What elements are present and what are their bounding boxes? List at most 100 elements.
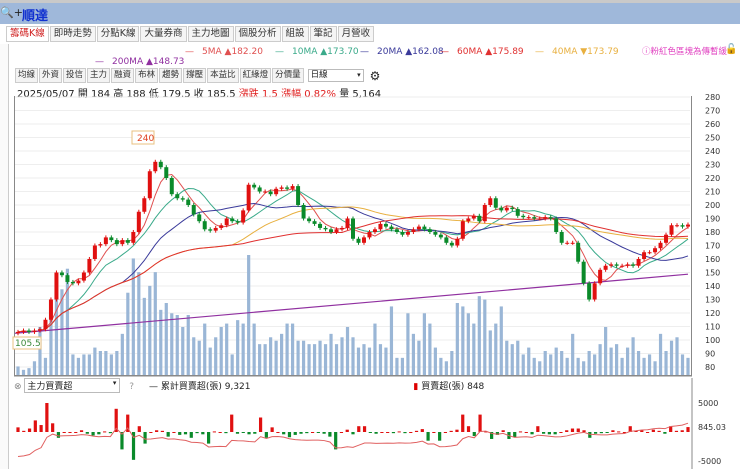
net-buy-bar xyxy=(530,432,534,435)
volume-bar xyxy=(664,351,668,375)
candle-body xyxy=(620,265,625,267)
volume-bar xyxy=(345,327,350,375)
volume-bar xyxy=(27,368,31,375)
volume-bar xyxy=(252,323,256,375)
y-tick-label: 80 xyxy=(705,363,715,372)
net-buy-bar xyxy=(155,430,159,432)
volume-bar xyxy=(32,361,37,375)
bar-value: 848 xyxy=(467,382,485,392)
y-tick-label: 200 xyxy=(705,201,720,210)
candle-body xyxy=(351,218,355,239)
cum-value: 9,321 xyxy=(224,382,251,392)
net-buy-bar xyxy=(599,432,603,434)
volume-bar xyxy=(214,337,218,375)
y-tick-label: 250 xyxy=(705,134,720,143)
net-buy-bar xyxy=(45,403,49,432)
candle-body xyxy=(642,252,647,259)
candle-body xyxy=(609,264,614,266)
y-tick-label: 230 xyxy=(705,161,720,170)
indicator-select[interactable]: 主力買賣超 ▾ xyxy=(24,378,121,393)
net-buy-bar xyxy=(663,432,667,434)
volume-bar xyxy=(208,347,212,375)
net-buy-bar xyxy=(305,432,309,434)
close-panel-icon[interactable]: ⊗ xyxy=(14,382,22,392)
net-buy-bar xyxy=(524,432,528,433)
candle-body xyxy=(625,264,630,266)
net-buy-bar xyxy=(645,432,650,433)
candle-body xyxy=(219,225,224,228)
volume-bar xyxy=(494,323,498,375)
help-icon[interactable]: ? xyxy=(129,382,134,392)
y-tick-label: 280 xyxy=(705,93,720,102)
y-tick-label: 130 xyxy=(705,296,720,305)
net-buy-bar xyxy=(212,431,216,433)
net-buy-bar xyxy=(617,431,621,433)
candle-body xyxy=(460,221,465,239)
candle-body xyxy=(444,237,449,243)
price-chart[interactable]: 280 270 260 250 240 230 220 210 200 190 180 170 160 1… xyxy=(0,0,740,469)
net-buy-bar xyxy=(368,432,372,433)
candle-body xyxy=(372,229,377,232)
net-buy-bar xyxy=(22,430,26,432)
volume-bar xyxy=(76,357,81,375)
candle-body xyxy=(81,272,86,281)
volume-bar xyxy=(170,313,174,375)
candle-body xyxy=(285,187,290,189)
volume-bar xyxy=(472,323,476,375)
net-buy-bar xyxy=(33,420,37,432)
net-buy-bar xyxy=(85,432,89,434)
volume-bar xyxy=(450,351,454,375)
net-buy-bar xyxy=(322,432,326,434)
candle-body xyxy=(323,227,328,230)
volume-bar xyxy=(230,354,234,375)
net-buy-bar xyxy=(339,432,344,433)
lower-y-tick: 845.03 xyxy=(698,423,726,432)
volume-bar xyxy=(312,344,317,375)
candle-body xyxy=(76,280,81,284)
candle-body xyxy=(686,224,690,227)
volume-bar xyxy=(38,327,42,375)
volume-bar xyxy=(527,347,531,375)
volume-bar xyxy=(373,323,377,375)
cum-label: 累計買賣超(張) xyxy=(160,382,222,392)
low-label: 105.5 xyxy=(15,339,41,349)
candle-body xyxy=(521,215,526,218)
net-buy-bar xyxy=(478,414,482,432)
net-buy-bar xyxy=(74,432,78,433)
y-tick-label: 260 xyxy=(705,120,720,129)
volume-bar xyxy=(554,347,558,375)
candle-body xyxy=(400,232,405,235)
candle-body xyxy=(658,242,663,249)
volume-bar xyxy=(395,357,399,375)
volume-bar xyxy=(340,337,344,375)
volume-bar xyxy=(686,357,690,375)
net-buy-bar xyxy=(299,432,303,434)
candle-body xyxy=(581,261,586,284)
volume-bar xyxy=(669,340,674,375)
candle-body xyxy=(279,187,284,189)
volume-bar xyxy=(115,351,119,375)
volume-bar xyxy=(280,333,284,375)
volume-bar xyxy=(461,306,465,375)
volume-bar xyxy=(615,344,619,375)
net-buy-bar xyxy=(461,414,465,432)
net-buy-bar xyxy=(605,432,609,433)
candle-body xyxy=(433,232,438,235)
volume-bar xyxy=(153,272,157,375)
net-buy-bar xyxy=(97,432,101,435)
net-buy-bar xyxy=(374,432,378,434)
volume-bar xyxy=(658,333,663,375)
net-buy-bar xyxy=(282,432,286,435)
net-buy-bar xyxy=(432,432,436,433)
net-buy-bar xyxy=(235,432,240,434)
net-buy-bar xyxy=(536,426,540,432)
volume-bar xyxy=(263,344,267,375)
net-buy-bar xyxy=(264,432,268,438)
volume-bar xyxy=(258,344,262,375)
net-buy-bar xyxy=(258,417,263,432)
volume-bar xyxy=(126,292,130,375)
candle-body xyxy=(493,198,498,208)
net-buy-bar xyxy=(79,430,84,432)
net-buy-bar xyxy=(310,432,315,433)
candle-body xyxy=(614,264,619,266)
